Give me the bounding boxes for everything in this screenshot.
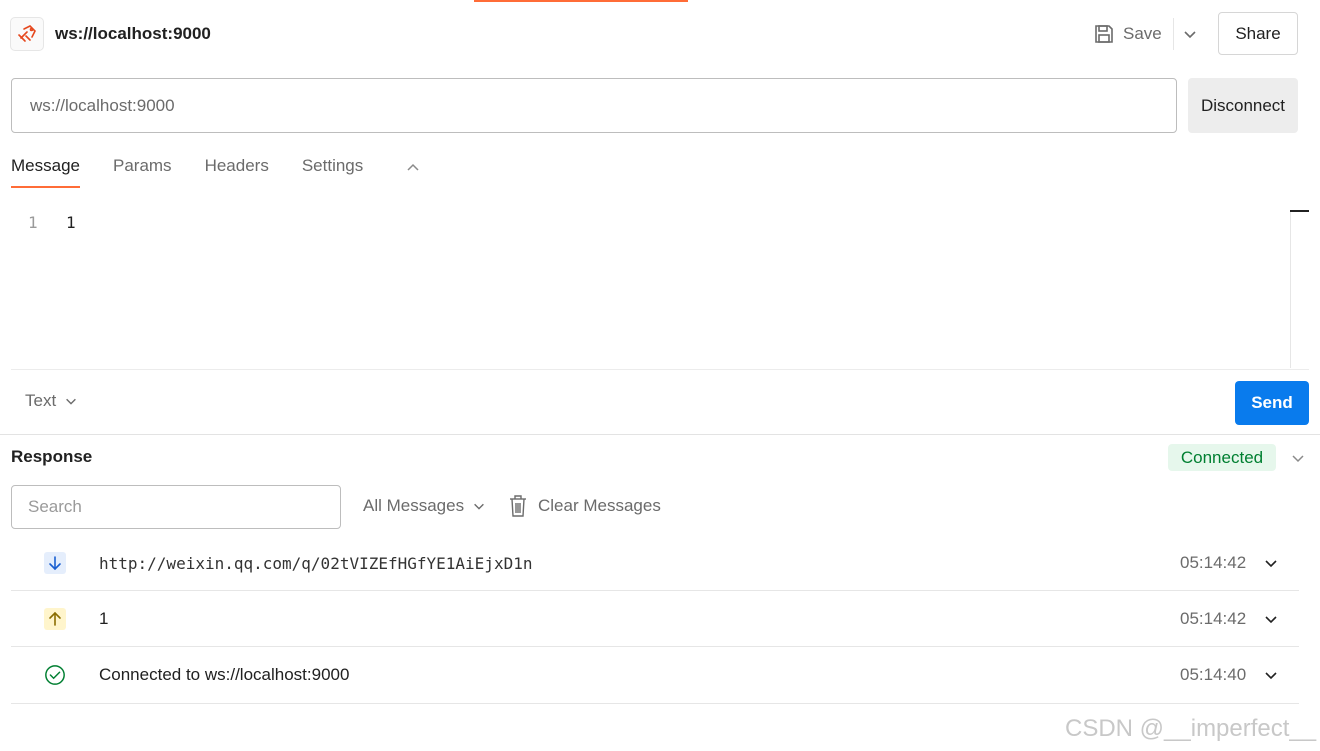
share-button[interactable]: Share	[1218, 12, 1298, 55]
message-text: 1	[99, 609, 109, 628]
send-button[interactable]: Send	[1235, 381, 1309, 425]
message-filter-select[interactable]: All Messages	[363, 496, 486, 516]
save-icon	[1095, 25, 1113, 43]
chevron-down-icon[interactable]	[1263, 555, 1279, 571]
tab-message[interactable]: Message	[11, 152, 80, 188]
url-input[interactable]: ws://localhost:9000	[11, 78, 1177, 133]
message-row[interactable]: Connected to ws://localhost:9000 05:14:4…	[11, 647, 1299, 704]
request-title: ws://localhost:9000	[55, 24, 211, 43]
tab-headers[interactable]: Headers	[205, 152, 269, 188]
message-text: http://weixin.qq.com/q/02tVIZEfHGfYE1AiE…	[99, 554, 533, 573]
message-time: 05:14:42	[1180, 609, 1247, 628]
scrollbar-thumb[interactable]	[1290, 210, 1309, 212]
check-circle-icon	[44, 664, 66, 686]
trash-icon	[510, 495, 526, 517]
message-editor[interactable]: 1 1	[11, 200, 1309, 370]
chevron-down-icon	[474, 503, 484, 510]
message-time: 05:14:42	[1180, 553, 1247, 572]
chevron-down-icon[interactable]	[1290, 450, 1306, 466]
tab-params[interactable]: Params	[113, 152, 172, 188]
chevron-down-icon[interactable]	[1263, 667, 1279, 683]
chevron-down-icon[interactable]	[1263, 611, 1279, 627]
message-list: http://weixin.qq.com/q/02tVIZEfHGfYE1AiE…	[11, 535, 1299, 704]
chevron-down-icon[interactable]	[1182, 26, 1198, 42]
editor-content[interactable]: 1	[66, 213, 76, 232]
disconnect-button[interactable]: Disconnect	[1188, 78, 1298, 133]
message-type-select[interactable]: Text	[25, 391, 78, 411]
chevron-down-icon	[66, 398, 77, 405]
arrow-up-icon	[44, 608, 66, 630]
line-number: 1	[28, 213, 38, 232]
save-label: Save	[1123, 24, 1162, 43]
status-badge: Connected	[1168, 444, 1276, 471]
clear-messages-label: Clear Messages	[538, 496, 661, 515]
editor-divider	[11, 369, 1309, 370]
websocket-request-icon	[10, 17, 44, 51]
arrow-down-icon	[44, 552, 66, 574]
message-time: 05:14:40	[1180, 665, 1247, 684]
filter-label: All Messages	[363, 496, 465, 515]
tab-settings[interactable]: Settings	[302, 152, 363, 188]
chevron-up-icon[interactable]	[404, 158, 422, 176]
request-header: ws://localhost:9000 Save Share	[0, 0, 1320, 68]
message-row[interactable]: http://weixin.qq.com/q/02tVIZEfHGfYE1AiE…	[11, 535, 1299, 591]
response-title: Response	[11, 447, 93, 466]
message-type-label: Text	[25, 391, 57, 410]
message-text: Connected to ws://localhost:9000	[99, 665, 350, 684]
editor-scrollbar[interactable]	[1290, 210, 1291, 368]
save-button[interactable]: Save	[1093, 19, 1162, 49]
save-divider	[1173, 18, 1174, 50]
clear-messages-button[interactable]: Clear Messages	[508, 494, 661, 518]
request-tabs: Message Params Headers Settings	[11, 152, 396, 188]
websocket-request-page: ws://localhost:9000 Save Share ws://loca…	[0, 0, 1320, 751]
watermark: CSDN @__imperfect__	[1065, 715, 1317, 742]
response-divider	[0, 434, 1320, 435]
search-input[interactable]: Search	[11, 485, 341, 529]
message-row[interactable]: 1 05:14:42	[11, 591, 1299, 647]
